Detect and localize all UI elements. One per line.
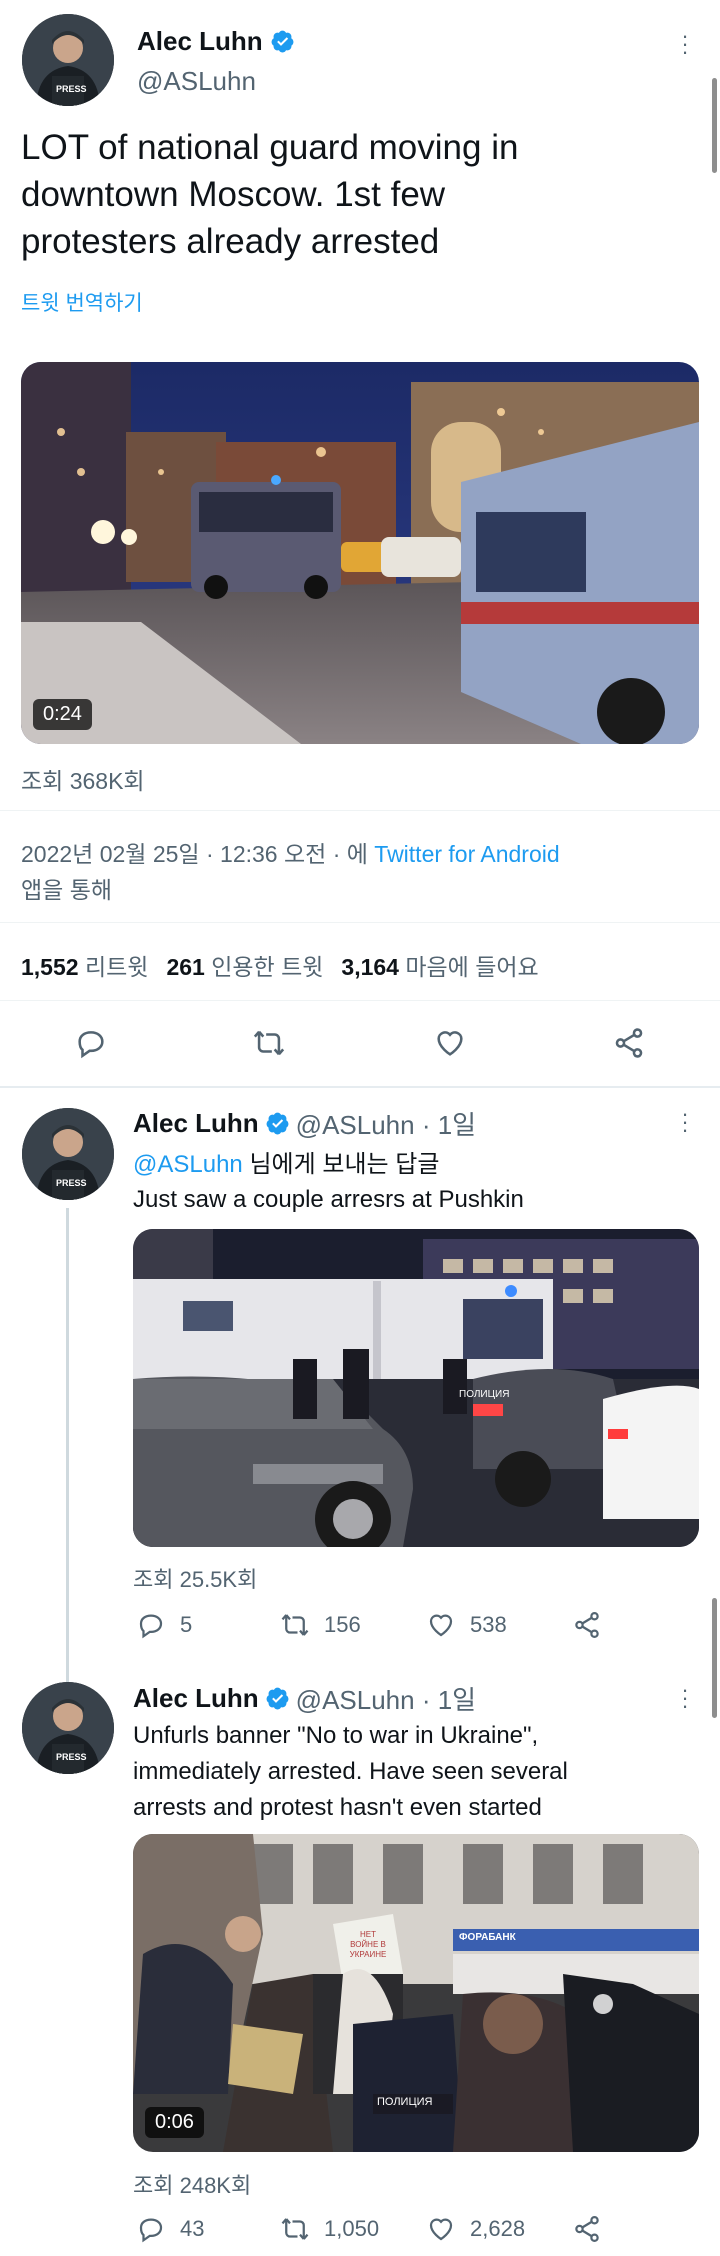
tweet-text: Unfurls banner "No to war in Ukraine", i… — [133, 1722, 568, 1821]
retweet-button[interactable] — [252, 1026, 300, 1060]
retweet-icon — [281, 1614, 309, 1636]
avatar[interactable]: PRESS — [22, 1108, 114, 1200]
retweet-icon — [253, 1030, 285, 1056]
more-options-icon[interactable]: · · · — [673, 1679, 697, 1717]
bank-sign: ФОРАБАНК — [459, 1932, 516, 1943]
reply-button[interactable]: 43 — [136, 2214, 204, 2244]
share-button[interactable] — [572, 2214, 616, 2244]
scrollbar-thumb-top[interactable] — [712, 78, 717, 173]
like-button[interactable]: 538 — [426, 1610, 507, 1640]
reply-context: @ASLuhn 님에게 보내는 답글 — [133, 1151, 440, 1178]
view-count: 조회 248K회 — [133, 2173, 252, 2198]
police-label: ПОЛИЦИЯ — [459, 1389, 510, 1400]
tweet-text: Just saw a couple arresrs at Pushkin — [133, 1186, 524, 1213]
reply-icon — [139, 2218, 163, 2243]
verified-badge-icon — [271, 30, 294, 53]
video-duration: 0:06 — [145, 2107, 204, 2138]
reply-button[interactable]: 5 — [136, 1610, 192, 1640]
thread-line — [66, 1208, 69, 1694]
divider — [0, 1086, 720, 1088]
police-label: ПОЛИЦИЯ — [377, 2096, 433, 2108]
reply-icon — [78, 1031, 104, 1059]
tweet-video[interactable]: НЕТ ВОЙНЕ В УКРАИНЕ ФОРАБАНК ПОЛИЦИЯ 0:0… — [133, 1834, 699, 2152]
tweet-text: LOT of national guard moving in downtown… — [21, 128, 519, 261]
scrollbar-thumb-bottom[interactable] — [712, 1598, 717, 1718]
source-link[interactable]: Twitter for Android — [374, 841, 559, 867]
tweet-timestamp: 2022년 02월 25일 · 12:36 오전 · 에 Twitter for… — [21, 841, 560, 903]
tweet-video[interactable]: 0:24 — [21, 362, 699, 744]
retweets-stat[interactable]: 1,552 리트윗 — [21, 948, 148, 982]
divider — [0, 810, 720, 811]
like-count: 2,628 — [470, 2216, 526, 2241]
image-thumbnail — [133, 1229, 699, 1547]
more-options-icon[interactable]: · · · — [673, 25, 697, 63]
reply-count: 5 — [180, 1612, 193, 1637]
protest-sign: НЕТ ВОЙНЕ В УКРАИНЕ — [349, 1930, 387, 1959]
retweet-count: 1,050 — [324, 2216, 380, 2241]
verified-badge-icon — [266, 1687, 289, 1710]
author-name[interactable]: Alec Luhn — [133, 1108, 259, 1139]
press-badge: PRESS — [56, 84, 87, 94]
author-handle-time[interactable]: @ASLuhn · 1일 — [296, 1680, 476, 1717]
view-count: 조회 25.5K회 — [133, 1567, 258, 1592]
heart-icon — [429, 1614, 453, 1637]
reply-button[interactable] — [74, 1026, 122, 1060]
verified-badge-icon — [266, 1112, 289, 1135]
share-icon — [575, 1612, 599, 1638]
quotes-stat[interactable]: 261 인용한 트윗 — [166, 948, 323, 982]
avatar[interactable]: PRESS — [22, 14, 114, 106]
translate-tweet-link[interactable]: 트윗 번역하기 — [21, 287, 143, 317]
retweet-icon — [281, 2218, 309, 2240]
share-icon — [615, 1028, 643, 1058]
like-button[interactable]: 2,628 — [426, 2214, 525, 2244]
share-button[interactable] — [612, 1026, 660, 1060]
engagement-stats: 1,552 리트윗 261 인용한 트윗 3,164 마음에 들어요 — [21, 948, 539, 982]
press-badge: PRESS — [56, 1752, 87, 1762]
heart-icon — [437, 1031, 463, 1056]
share-button[interactable] — [572, 1610, 616, 1640]
likes-stat[interactable]: 3,164 마음에 들어요 — [341, 948, 538, 982]
tweet-image[interactable]: ПОЛИЦИЯ — [133, 1229, 699, 1547]
retweet-count: 156 — [324, 1612, 361, 1637]
like-count: 538 — [470, 1612, 507, 1637]
heart-icon — [429, 2218, 453, 2241]
author-handle-time[interactable]: @ASLuhn · 1일 — [296, 1105, 476, 1142]
press-badge: PRESS — [56, 1178, 87, 1188]
retweet-button[interactable]: 156 — [280, 1610, 361, 1640]
share-icon — [575, 2216, 599, 2242]
retweet-button[interactable]: 1,050 — [280, 2214, 379, 2244]
video-duration: 0:24 — [33, 699, 92, 730]
author-handle[interactable]: @ASLuhn — [137, 66, 256, 97]
reply-icon — [139, 1614, 163, 1639]
divider — [0, 1000, 720, 1001]
video-thumbnail — [21, 362, 699, 744]
reply-count: 43 — [180, 2216, 205, 2241]
author-name[interactable]: Alec Luhn — [137, 26, 263, 57]
reply-to-handle[interactable]: @ASLuhn — [133, 1151, 243, 1178]
more-options-icon[interactable]: · · · — [673, 1103, 697, 1141]
author-name[interactable]: Alec Luhn — [133, 1683, 259, 1714]
like-button[interactable] — [433, 1026, 481, 1060]
divider — [0, 922, 720, 923]
avatar[interactable]: PRESS — [22, 1682, 114, 1774]
view-count: 조회 368K회 — [21, 768, 145, 794]
